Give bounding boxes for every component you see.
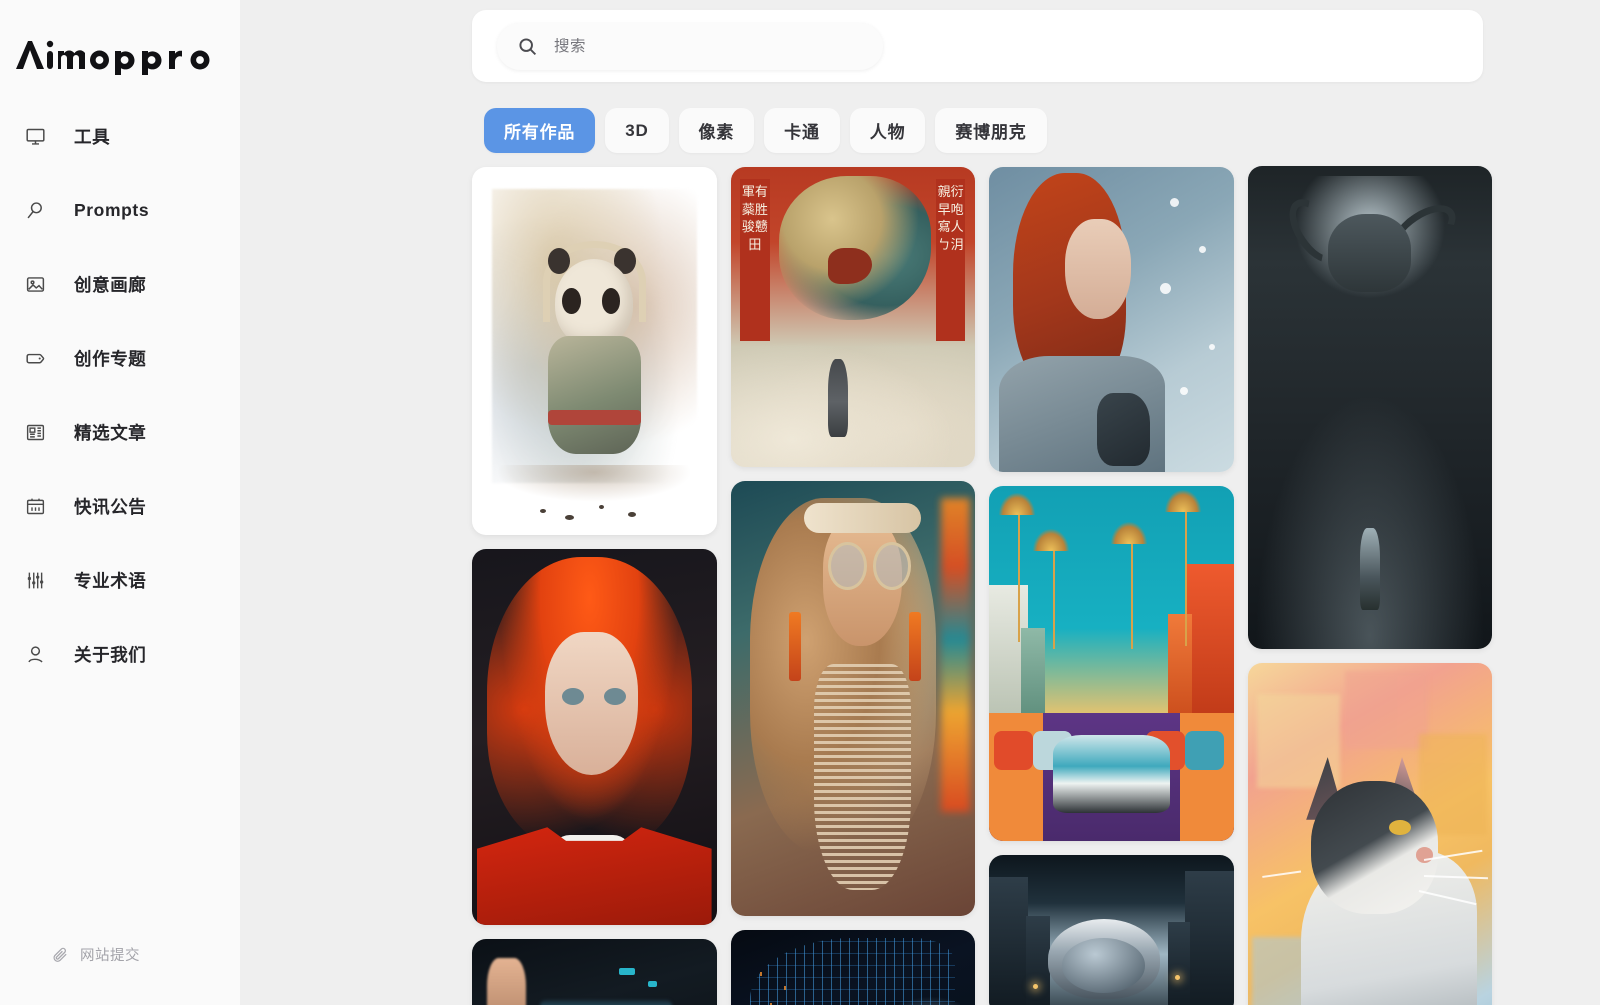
image-icon [22,271,48,297]
tab-all-works[interactable]: 所有作品 [484,108,596,153]
artwork-cyber-workstation [472,939,717,1005]
gallery-card[interactable] [989,486,1234,841]
gallery-column [989,167,1234,1005]
sliders-icon [22,567,48,593]
search-input[interactable] [554,37,854,56]
app-root: 工具 Prompts 创意画廊 创作专题 精选文章 快讯公告 专业术语 关于我们… [0,0,1600,1005]
user-icon [22,641,48,667]
sidebar-item-announcements[interactable]: 快讯公告 [0,486,240,526]
sidebar-item-prompts[interactable]: Prompts [0,190,240,230]
sidebar-nav: 工具 Prompts 创意画廊 创作专题 精选文章 快讯公告 专业术语 关于我们 [0,116,240,708]
gallery-card[interactable] [472,167,717,535]
artwork-redhead-red-coat [472,549,717,925]
tab-cyberpunk[interactable]: 赛博朋克 [935,108,1047,153]
gallery-card[interactable] [989,855,1234,1005]
artwork-painted-cat [1247,663,1492,1005]
calendar-icon [22,493,48,519]
sidebar-item-label: 工具 [74,126,111,147]
filter-tabs: 所有作品 3D 像素 卡通 人物 赛博朋克 [484,108,1047,153]
gallery-column [1247,166,1492,1005]
sidebar-item-gallery[interactable]: 创意画廊 [0,264,240,304]
sidebar-item-label: 专业术语 [74,570,147,591]
sidebar-item-label: Prompts [74,199,150,220]
dragon-banner-right-text: 親衍早咆寫人ㄅ㳉 [937,185,964,253]
brand-logo[interactable] [0,0,240,110]
sidebar-item-label: 关于我们 [74,644,147,665]
gallery-card[interactable] [472,549,717,925]
artwork-oriental-dragon: 軍有蘂胜骏戆田 親衍早咆寫人ㄅ㳉 [730,167,975,467]
sidebar-item-label: 创作专题 [74,348,147,369]
sidebar-item-glossary[interactable]: 专业术语 [0,560,240,600]
gallery-card[interactable] [989,167,1234,472]
sidebar-item-about[interactable]: 关于我们 [0,634,240,674]
gallery-card[interactable] [1247,166,1492,649]
dragon-banner-left-text: 軍有蘂胜骏戆田 [741,185,768,253]
main-content: 所有作品 3D 像素 卡通 人物 赛博朋克 [240,0,1600,1005]
sidebar-item-articles[interactable]: 精选文章 [0,412,240,452]
gallery-card[interactable]: 軍有蘂胜骏戆田 親衍早咆寫人ㄅ㳉 [730,167,975,467]
search-card [472,10,1483,82]
sidebar-item-label: 精选文章 [74,422,147,443]
tab-cartoon[interactable]: 卡通 [764,108,840,153]
sidebar-item-label: 创意画廊 [74,274,147,295]
sidebar-item-label: 快讯公告 [74,496,147,517]
site-submit-label: 网站提交 [80,948,140,964]
tab-3d[interactable]: 3D [605,108,669,153]
search-box[interactable] [497,23,883,70]
artwork-space-city [989,855,1234,1005]
gallery-card[interactable] [472,939,717,1005]
artwork-gallery: 軍有蘂胜骏戆田 親衍早咆寫人ㄅ㳉 [472,166,1492,1005]
aimappro-wordmark-icon [14,35,214,75]
paperclip-icon [50,945,70,965]
artwork-panda-warrior [472,167,717,535]
artwork-misty-minotaur [1247,166,1492,649]
monitor-icon [22,123,48,149]
sidebar-item-topics[interactable]: 创作专题 [0,338,240,378]
gallery-column [472,167,717,1005]
tab-pixel[interactable]: 像素 [678,108,755,153]
magnifier-icon [22,197,48,223]
gallery-card[interactable] [730,481,975,916]
tag-icon [22,345,48,371]
gallery-card[interactable] [730,930,975,1005]
gallery-column: 軍有蘂胜骏戆田 親衍早咆寫人ㄅ㳉 [730,167,975,1005]
artwork-data-sphere [730,930,975,1005]
artwork-miami-street [989,486,1234,841]
sidebar-item-tools[interactable]: 工具 [0,116,240,156]
gallery-card[interactable] [1247,663,1492,1005]
sidebar: 工具 Prompts 创意画廊 创作专题 精选文章 快讯公告 专业术语 关于我们… [0,0,240,1005]
search-icon [517,36,538,57]
artwork-snow-warrior [989,167,1234,472]
site-submit-link[interactable]: 网站提交 [0,944,240,965]
newspaper-icon [22,419,48,445]
tab-character[interactable]: 人物 [849,108,926,153]
artwork-boho-woman [730,481,975,916]
